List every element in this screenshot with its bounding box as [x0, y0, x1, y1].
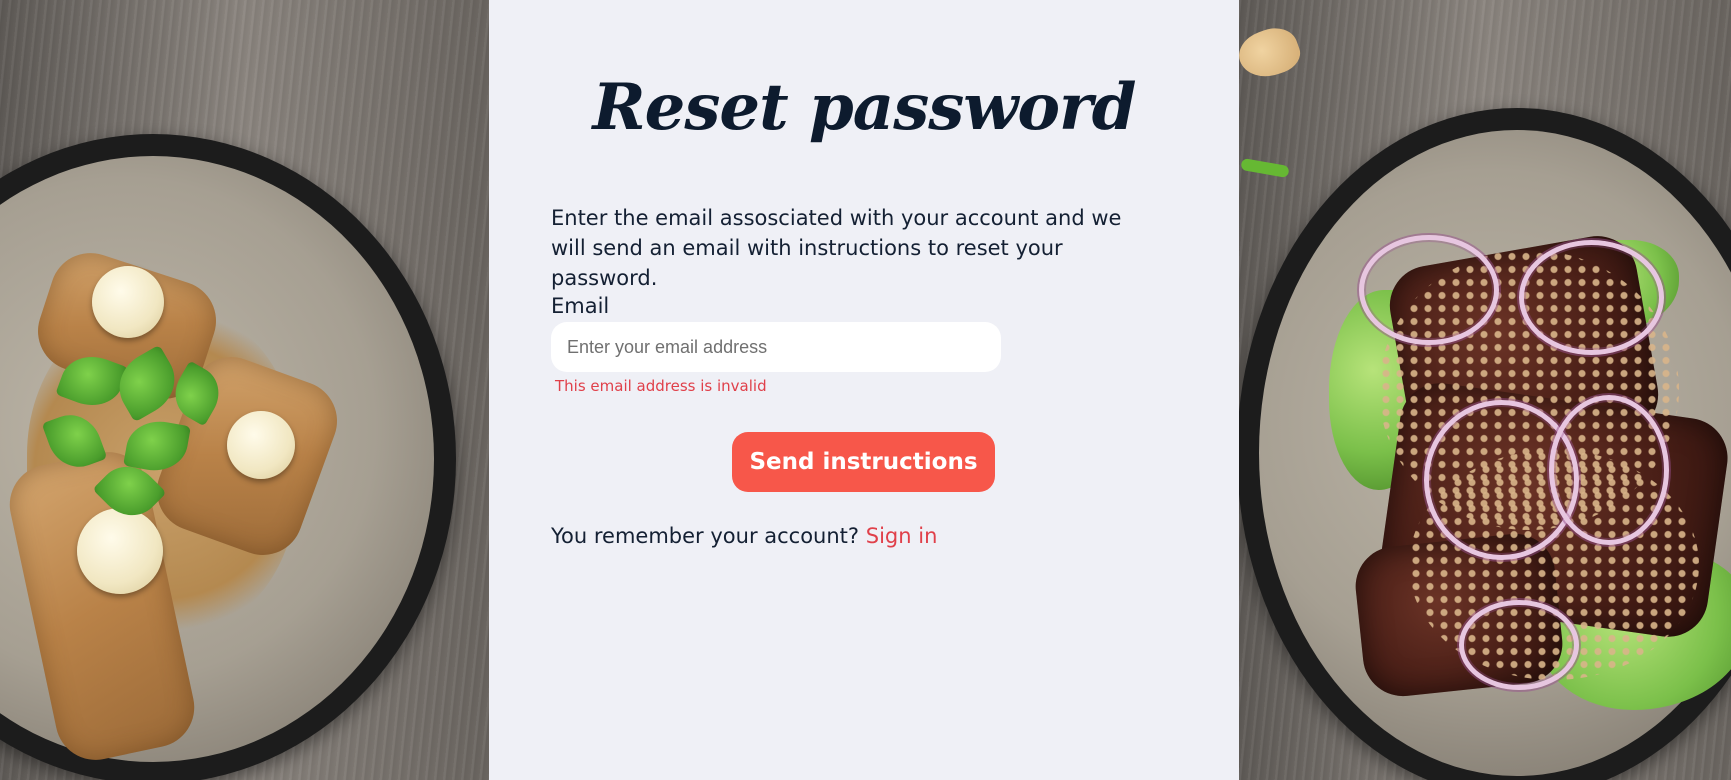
email-error-message: This email address is invalid — [555, 377, 767, 395]
cream-dollop-2 — [227, 411, 295, 479]
right-food-photo — [1239, 0, 1731, 780]
reset-password-page: Reset password Enter the email assosciat… — [0, 0, 1731, 780]
onion-ring-4 — [1549, 395, 1669, 545]
sign-in-link[interactable]: Sign in — [866, 524, 938, 548]
onion-ring-5 — [1459, 600, 1579, 690]
send-instructions-button[interactable]: Send instructions — [732, 432, 995, 492]
remember-account-row: You remember your account? Sign in — [551, 524, 937, 548]
remember-account-text: You remember your account? — [551, 524, 860, 548]
cashew-nut — [1239, 21, 1306, 85]
cream-dollop-3 — [77, 508, 163, 594]
page-description: Enter the email assosciated with your ac… — [551, 206, 1122, 290]
left-food-photo — [0, 0, 489, 780]
email-field[interactable] — [551, 322, 1001, 372]
right-plate-inner — [1259, 130, 1731, 776]
page-title: Reset password — [592, 70, 1136, 145]
reset-password-panel: Reset password Enter the email assosciat… — [489, 0, 1239, 780]
right-plate — [1239, 108, 1731, 780]
email-label: Email — [551, 294, 610, 318]
left-plate-inner — [0, 156, 434, 768]
onion-ring-1 — [1359, 235, 1499, 345]
left-plate — [0, 134, 456, 780]
cream-dollop-1 — [92, 266, 164, 338]
green-onion-stem — [1240, 157, 1290, 179]
onion-ring-2 — [1519, 240, 1664, 355]
